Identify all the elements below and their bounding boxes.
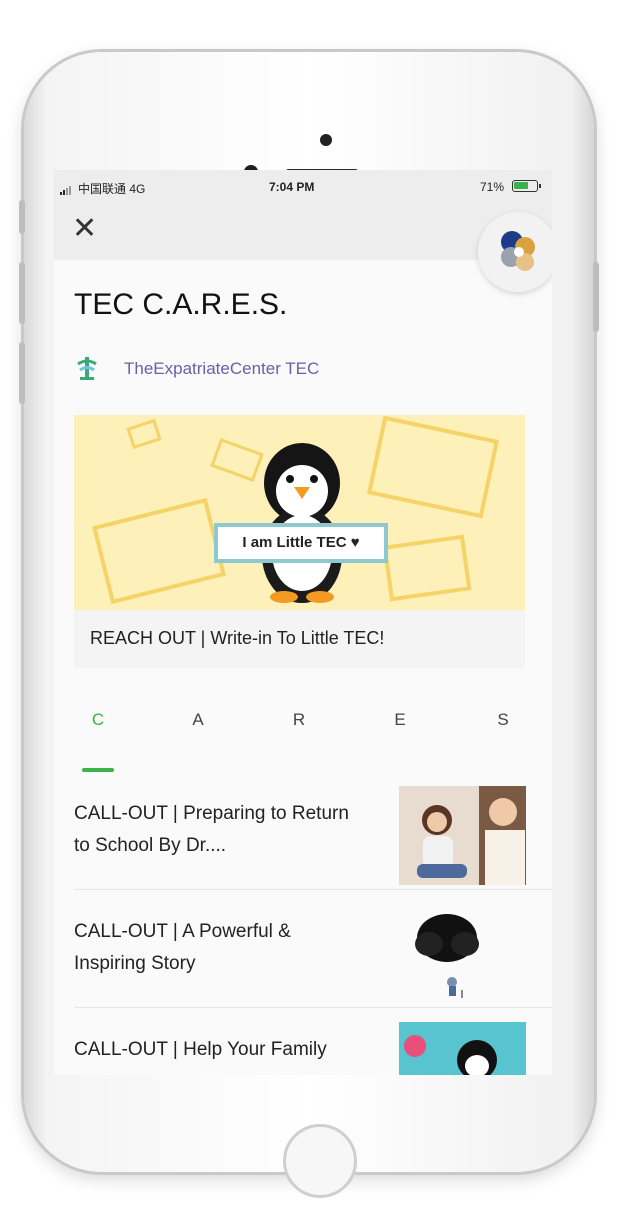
battery-percent: 71% [480,180,505,194]
battery-level [514,182,528,189]
status-time: 7:04 PM [269,180,315,194]
colorful-logo-icon [501,231,535,271]
article-item[interactable]: CALL-OUT | A Powerful & Inspiring Story [54,890,552,1008]
article-item[interactable]: CALL-OUT | Help Your Family [54,1008,552,1075]
app-screen: 中国联通 4G 7:04 PM 71% ✕ TEC C.A.R.E.S. The… [54,170,552,1075]
tab-a[interactable]: A [178,710,218,730]
volume-down-button [19,342,25,404]
envelope-graphic [366,415,500,519]
author-name: TheExpatriateCenter TEC [124,359,320,378]
article-title: CALL-OUT | Preparing to Return to School… [74,803,349,856]
floating-logo-button[interactable] [478,212,552,292]
banner-caption-text: REACH OUT | Write-in To Little TEC! [90,628,385,648]
penguin-thumbnail-image [399,1022,526,1075]
featured-banner[interactable]: I am Little TEC ♥ [74,415,525,610]
status-bar: 中国联通 4G 7:04 PM 71% [54,170,552,204]
article-thumbnail [399,904,526,1003]
signal-icon [60,185,74,195]
storm-cloud-image [415,914,479,998]
banner-sign: I am Little TEC ♥ [214,523,388,563]
envelope-graphic [92,497,226,605]
envelope-graphic [126,418,162,450]
tec-logo-icon [77,357,97,380]
page-title: TEC C.A.R.E.S. [74,288,288,321]
power-button [593,262,599,332]
home-button[interactable] [283,1124,357,1198]
article-item[interactable]: CALL-OUT | Preparing to Return to School… [54,772,552,890]
article-title: CALL-OUT | A Powerful & Inspiring Story [74,921,291,974]
tab-r[interactable]: R [279,710,319,730]
tab-s[interactable]: S [483,710,523,730]
mute-switch [19,200,25,234]
article-title: CALL-OUT | Help Your Family [74,1039,327,1060]
battery-icon [512,180,541,192]
category-tabs: C A R E S [54,710,552,750]
carrier-info: 中国联通 4G [60,180,145,197]
article-thumbnail [399,1022,526,1075]
banner-caption[interactable]: REACH OUT | Write-in To Little TEC! [74,610,525,668]
close-icon[interactable]: ✕ [72,214,97,244]
envelope-graphic [382,534,472,602]
article-thumbnail [399,786,526,885]
front-camera [320,134,332,146]
carrier-label: 中国联通 4G [78,182,146,196]
child-photo-image [399,786,526,885]
tab-c[interactable]: C [78,710,118,730]
tab-e[interactable]: E [380,710,420,730]
volume-up-button [19,262,25,324]
